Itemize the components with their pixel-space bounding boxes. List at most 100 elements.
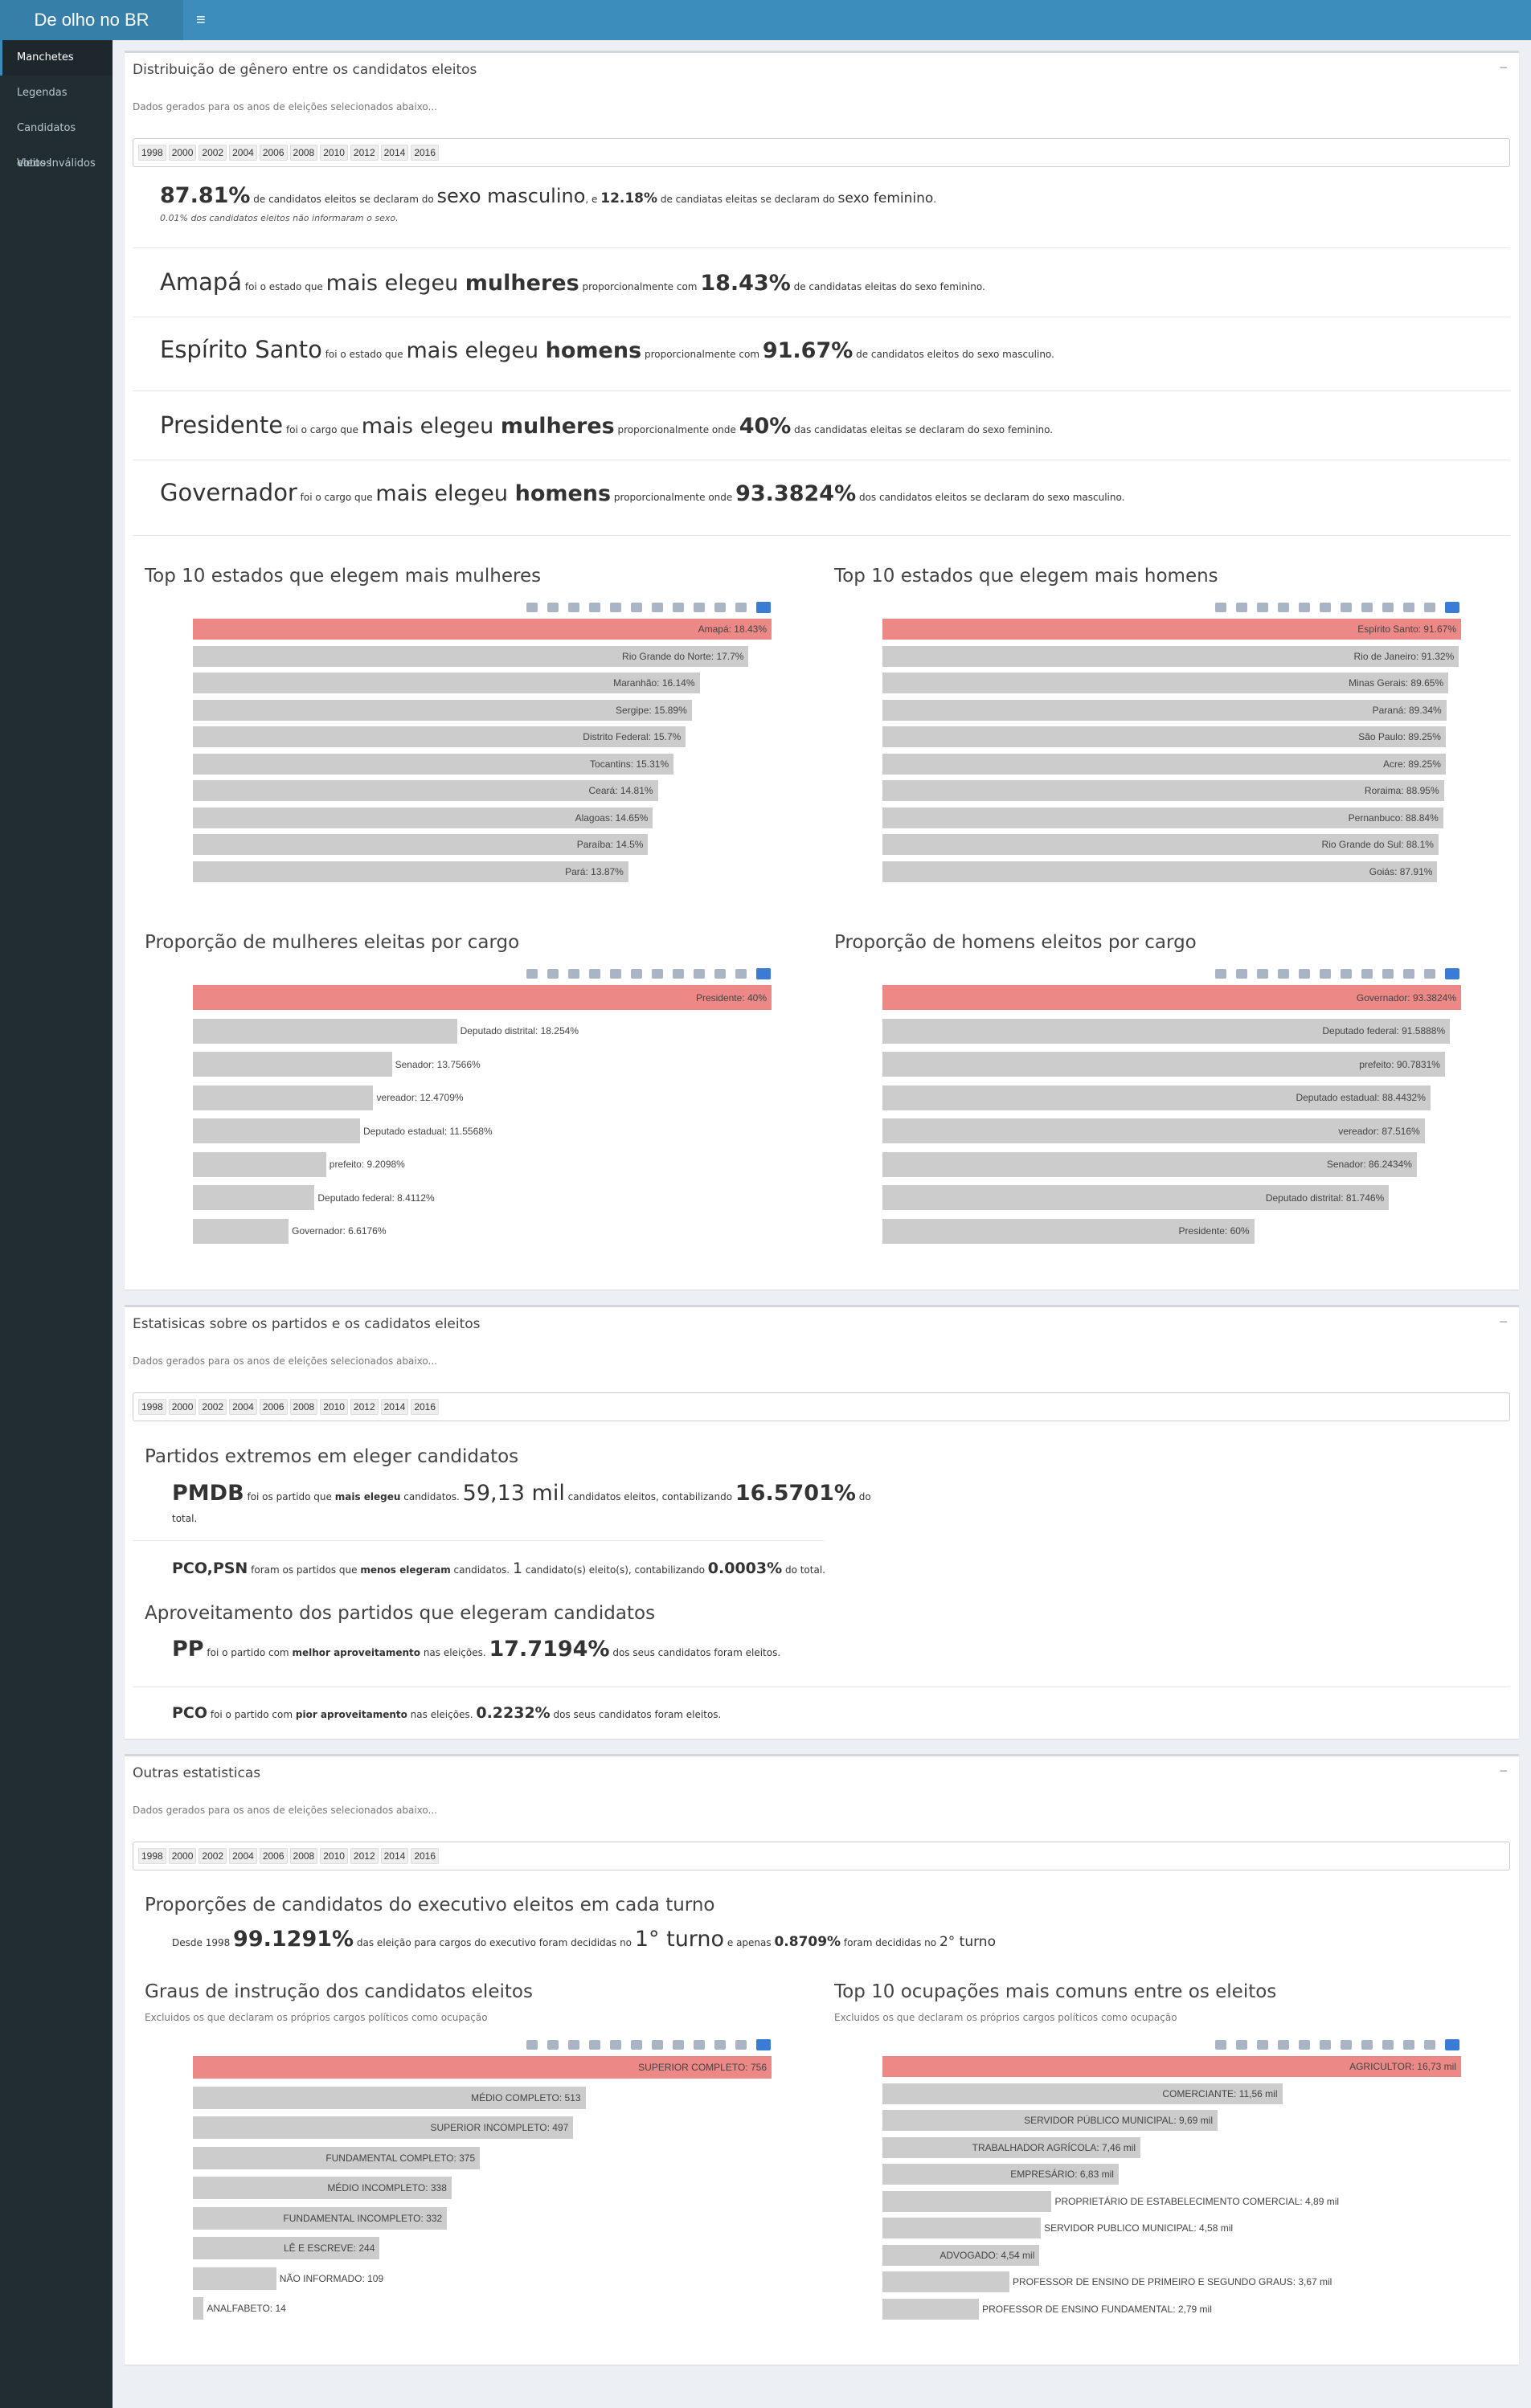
zoom-out-icon[interactable] <box>1299 603 1310 612</box>
chart-modebar[interactable] <box>526 599 771 615</box>
year-chip[interactable]: 2000 <box>168 145 197 161</box>
zoom-in-icon[interactable] <box>589 2040 600 2050</box>
chart-modebar[interactable] <box>1215 2037 1459 2053</box>
save-icon[interactable] <box>735 969 747 979</box>
plotly-logo-icon[interactable] <box>1445 602 1459 613</box>
hover-compare-icon[interactable] <box>1403 2040 1414 2050</box>
hover-compare-icon[interactable] <box>714 2040 726 2050</box>
plotly-logo-icon[interactable] <box>756 602 771 613</box>
chart-bar[interactable] <box>193 1185 315 1210</box>
zoom-out-icon[interactable] <box>1299 2040 1310 2050</box>
chart-bar[interactable] <box>193 2297 204 2320</box>
zoom-icon[interactable] <box>1236 969 1247 979</box>
year-selector[interactable]: 1998 2000 2002 2004 2006 2008 2010 2012 2014 2016 <box>133 138 1510 167</box>
menu-toggle-icon[interactable]: ≡ <box>196 11 206 30</box>
home-icon[interactable] <box>652 969 663 979</box>
chart-bar[interactable] <box>882 699 1447 721</box>
zoom-in-icon[interactable] <box>1278 969 1289 979</box>
sidebar-item-votos-invalidos[interactable]: Votos Inválidos <box>0 146 113 182</box>
year-chip[interactable]: 2002 <box>199 145 227 161</box>
chart-bar[interactable] <box>193 1018 457 1044</box>
year-chip[interactable]: 2006 <box>259 145 288 161</box>
zoom-out-icon[interactable] <box>610 603 621 612</box>
hover-closest-icon[interactable] <box>1382 969 1394 979</box>
chart-bar[interactable] <box>882 753 1446 775</box>
year-chip[interactable]: 2010 <box>320 1399 348 1415</box>
collapse-icon[interactable]: − <box>1499 1314 1508 1331</box>
zoom-icon[interactable] <box>1236 603 1247 612</box>
zoom-out-icon[interactable] <box>1299 969 1310 979</box>
spike-icon[interactable] <box>673 603 684 612</box>
chart-bar[interactable] <box>193 1151 326 1177</box>
year-chip[interactable]: 2016 <box>411 1848 440 1864</box>
hover-closest-icon[interactable] <box>694 2040 705 2050</box>
plotly-logo-icon[interactable] <box>756 968 771 979</box>
zoom-icon[interactable] <box>547 969 559 979</box>
hover-compare-icon[interactable] <box>714 603 726 612</box>
chart-bar[interactable] <box>882 2298 980 2320</box>
camera-icon[interactable] <box>1215 2040 1226 2050</box>
hover-closest-icon[interactable] <box>694 603 705 612</box>
year-chip[interactable]: 2008 <box>289 1848 318 1864</box>
year-chip[interactable]: 2008 <box>289 1399 318 1415</box>
year-chip[interactable]: 1998 <box>138 1848 166 1864</box>
zoom-in-icon[interactable] <box>1278 603 1289 612</box>
year-chip[interactable]: 2014 <box>380 1399 409 1415</box>
save-icon[interactable] <box>1424 2040 1435 2050</box>
home-icon[interactable] <box>1341 2040 1352 2050</box>
save-icon[interactable] <box>1424 603 1435 612</box>
home-icon[interactable] <box>652 603 663 612</box>
year-chip[interactable]: 2004 <box>229 1399 257 1415</box>
chart-bar[interactable] <box>882 2271 1009 2292</box>
pan-icon[interactable] <box>1257 969 1268 979</box>
year-chip[interactable]: 2004 <box>229 1848 257 1864</box>
home-icon[interactable] <box>1341 603 1352 612</box>
save-icon[interactable] <box>735 603 747 612</box>
year-chip[interactable]: 2010 <box>320 1848 348 1864</box>
home-icon[interactable] <box>652 2040 663 2050</box>
collapse-icon[interactable]: − <box>1499 59 1508 76</box>
camera-icon[interactable] <box>526 969 538 979</box>
autoscale-icon[interactable] <box>631 969 642 979</box>
year-chip[interactable]: 2014 <box>380 1848 409 1864</box>
camera-icon[interactable] <box>1215 969 1226 979</box>
year-chip[interactable]: 1998 <box>138 1399 166 1415</box>
camera-icon[interactable] <box>526 2040 538 2050</box>
chart-bar[interactable] <box>193 861 628 882</box>
camera-icon[interactable] <box>1215 603 1226 612</box>
plotly-logo-icon[interactable] <box>756 2039 771 2050</box>
chart-bar[interactable] <box>882 861 1438 882</box>
year-chip[interactable]: 2010 <box>320 145 348 161</box>
spike-icon[interactable] <box>673 2040 684 2050</box>
pan-icon[interactable] <box>568 603 579 612</box>
chart-bar[interactable] <box>193 1218 289 1244</box>
year-chip[interactable]: 2012 <box>350 1848 379 1864</box>
zoom-out-icon[interactable] <box>610 2040 621 2050</box>
chart-bar[interactable] <box>193 985 772 1010</box>
year-chip[interactable]: 2008 <box>289 145 318 161</box>
sidebar-item-manchetes[interactable]: Manchetes <box>0 40 113 76</box>
year-chip[interactable]: 2002 <box>199 1399 227 1415</box>
plotly-logo-icon[interactable] <box>1445 2039 1459 2050</box>
plotly-logo-icon[interactable] <box>1445 968 1459 979</box>
autoscale-icon[interactable] <box>1320 2040 1331 2050</box>
hover-closest-icon[interactable] <box>1382 2040 1394 2050</box>
pan-icon[interactable] <box>568 969 579 979</box>
zoom-icon[interactable] <box>547 2040 559 2050</box>
year-chip[interactable]: 2006 <box>259 1399 288 1415</box>
chart-modebar[interactable] <box>1215 599 1459 615</box>
sidebar-item-candidatos-eleitos[interactable]: Candidatos eleitos <box>0 111 113 170</box>
spike-icon[interactable] <box>673 969 684 979</box>
sidebar-item-legendas[interactable]: Legendas <box>0 76 113 111</box>
hover-compare-icon[interactable] <box>714 969 726 979</box>
pan-icon[interactable] <box>1257 603 1268 612</box>
home-icon[interactable] <box>1341 969 1352 979</box>
year-selector[interactable]: 1998 2000 2002 2004 2006 2008 2010 2012 2014 2016 <box>133 1842 1510 1870</box>
chart-bar[interactable] <box>882 2218 1042 2238</box>
save-icon[interactable] <box>1424 969 1435 979</box>
chart-bar[interactable] <box>882 2190 1052 2212</box>
zoom-out-icon[interactable] <box>610 969 621 979</box>
chart-modebar[interactable] <box>1215 966 1459 982</box>
chart-modebar[interactable] <box>526 966 771 982</box>
year-chip[interactable]: 2014 <box>380 145 409 161</box>
